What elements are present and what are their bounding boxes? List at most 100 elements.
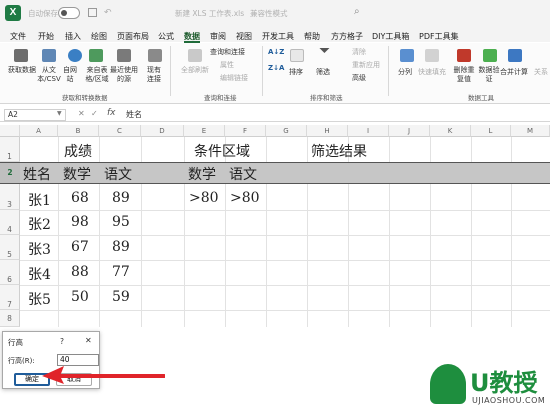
col-header-name[interactable]: 姓名 — [23, 164, 51, 184]
cell-name[interactable]: 张1 — [28, 190, 51, 210]
refresh-all-button[interactable]: 全部刷新 — [178, 66, 212, 75]
search-box[interactable]: ⌕ — [340, 5, 452, 21]
column-header[interactable]: I — [348, 125, 389, 137]
undo-icon[interactable]: ↶ — [104, 8, 112, 18]
remove-duplicates-button[interactable]: 删除重复值 — [452, 66, 476, 84]
confirm-entry-icon[interactable]: ✓ — [91, 109, 98, 118]
column-header[interactable]: C — [99, 125, 141, 137]
excel-logo-icon: X — [5, 5, 21, 21]
filter-button[interactable]: 筛选 — [316, 68, 330, 77]
flash-fill-button[interactable]: 快速填充 — [418, 68, 446, 77]
criteria-header-math[interactable]: 数学 — [188, 164, 216, 184]
from-web-button[interactable]: 自网站 — [62, 66, 78, 84]
data-validation-button[interactable]: 数据验证 — [477, 66, 501, 84]
criteria-math-value[interactable]: >80 — [189, 190, 219, 206]
insert-function-icon[interactable]: fx — [107, 108, 116, 118]
cell-name[interactable]: 张5 — [28, 289, 51, 309]
cell-math[interactable]: 68 — [71, 190, 89, 206]
save-icon[interactable] — [88, 8, 97, 17]
column-header[interactable]: D — [141, 125, 184, 137]
column-header[interactable]: H — [307, 125, 348, 137]
cell-chinese[interactable]: 89 — [112, 239, 130, 255]
row-header[interactable]: 8 — [0, 310, 20, 327]
close-icon[interactable]: ✕ — [85, 336, 92, 345]
column-header[interactable]: J — [389, 125, 430, 137]
cell-math[interactable]: 98 — [71, 214, 89, 230]
name-box-dropdown-icon[interactable]: ▼ — [57, 110, 62, 117]
properties-button[interactable]: 属性 — [220, 61, 234, 70]
column-header[interactable]: A — [20, 125, 58, 137]
col-header-math[interactable]: 数学 — [63, 164, 91, 184]
row-header[interactable]: 3 — [0, 184, 20, 210]
menu-review[interactable]: 审阅 — [210, 31, 226, 42]
mode-label: 兼容性模式 — [250, 9, 288, 18]
column-header[interactable]: E — [184, 125, 225, 137]
menu-developer[interactable]: 开发工具 — [262, 31, 294, 42]
row-header-selected[interactable]: 2 — [0, 162, 20, 184]
row-header[interactable]: 7 — [0, 285, 20, 310]
column-header[interactable]: M — [511, 125, 550, 137]
formula-input[interactable]: 姓名 — [126, 109, 142, 120]
cell-name[interactable]: 张4 — [28, 264, 51, 284]
cell-chinese[interactable]: 89 — [112, 190, 130, 206]
autosave-toggle[interactable] — [58, 7, 80, 19]
queries-button[interactable]: 查询和连接 — [210, 48, 245, 57]
criteria-header-chinese[interactable]: 语文 — [229, 164, 257, 184]
col-header-chinese[interactable]: 语文 — [104, 164, 132, 184]
sort-button[interactable]: 排序 — [289, 68, 303, 77]
column-header[interactable]: L — [471, 125, 511, 137]
cell-chinese[interactable]: 95 — [112, 214, 130, 230]
edit-links-button[interactable]: 编辑链接 — [220, 74, 248, 83]
column-header[interactable]: F — [225, 125, 266, 137]
cell-chinese[interactable]: 77 — [112, 264, 130, 280]
existing-connections-button[interactable]: 现有连接 — [145, 66, 163, 84]
menu-help[interactable]: 帮助 — [304, 31, 320, 42]
recent-sources-button[interactable]: 最近使用的源 — [110, 66, 138, 84]
row-header[interactable]: 4 — [0, 210, 20, 235]
from-table-button[interactable]: 来自表格/区域 — [85, 66, 109, 84]
cell-math[interactable]: 67 — [71, 239, 89, 255]
cell-chinese[interactable]: 59 — [112, 289, 130, 305]
header-score[interactable]: 成绩 — [64, 141, 92, 161]
cell-name[interactable]: 张3 — [28, 239, 51, 259]
from-text-csv-button[interactable]: 从文本/CSV — [35, 66, 63, 84]
column-header[interactable]: K — [430, 125, 471, 137]
help-button[interactable]: ? — [60, 337, 64, 346]
menu-insert[interactable]: 插入 — [65, 31, 81, 42]
column-header[interactable]: G — [266, 125, 307, 137]
menu-ffgz[interactable]: 方方格子 — [331, 31, 363, 42]
menu-draw[interactable]: 绘图 — [91, 31, 107, 42]
text-to-columns-icon — [400, 49, 414, 62]
menu-pdf[interactable]: PDF工具集 — [419, 31, 459, 42]
criteria-chinese-value[interactable]: >80 — [230, 190, 260, 206]
consolidate-button[interactable]: 合并计算 — [500, 68, 528, 77]
row-header[interactable]: 1 — [0, 137, 20, 162]
header-criteria[interactable]: 条件区域 — [194, 141, 250, 161]
header-result[interactable]: 筛选结果 — [311, 141, 367, 161]
menu-view[interactable]: 视图 — [236, 31, 252, 42]
row-height-input[interactable]: 40 — [57, 354, 99, 366]
cell-name[interactable]: 张2 — [28, 214, 51, 234]
text-to-columns-button[interactable]: 分列 — [398, 68, 412, 77]
advanced-button[interactable]: 高级 — [352, 74, 366, 83]
cell-math[interactable]: 88 — [71, 264, 89, 280]
clear-button[interactable]: 清除 — [352, 48, 366, 57]
select-all-corner[interactable] — [0, 125, 20, 137]
column-header[interactable]: B — [58, 125, 99, 137]
row-header[interactable]: 5 — [0, 235, 20, 260]
consolidate-icon — [508, 49, 522, 62]
filter-icon: ⏷ — [319, 43, 331, 59]
reapply-button[interactable]: 重新应用 — [352, 61, 380, 70]
menu-file[interactable]: 文件 — [10, 31, 26, 42]
menu-diy[interactable]: DIY工具箱 — [372, 31, 409, 42]
get-data-button[interactable]: 获取数据 — [8, 66, 36, 75]
cell-math[interactable]: 50 — [71, 289, 89, 305]
sort-za-icon[interactable]: Z↓A — [268, 64, 284, 73]
relations-button[interactable]: 关系 — [534, 68, 548, 77]
sort-az-icon[interactable]: A↓Z — [268, 48, 284, 57]
menu-formulas[interactable]: 公式 — [158, 31, 174, 42]
row-header[interactable]: 6 — [0, 260, 20, 285]
menu-home[interactable]: 开始 — [38, 31, 54, 42]
cancel-entry-icon[interactable]: ✕ — [78, 109, 85, 118]
menu-page-layout[interactable]: 页面布局 — [117, 31, 149, 42]
